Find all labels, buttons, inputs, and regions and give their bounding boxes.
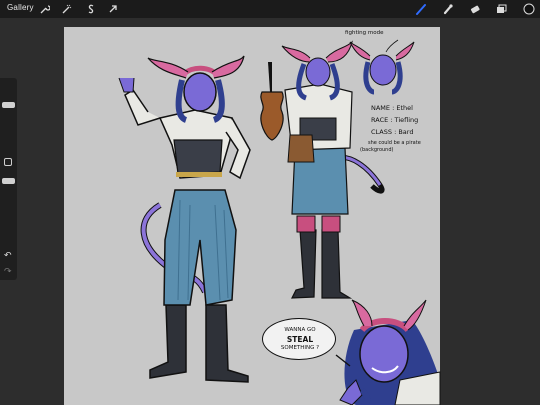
speech-line-2: STEAL	[286, 335, 314, 344]
character-name: NAME : Ethel	[371, 104, 413, 112]
speech-line-3: SOMETHING ?	[280, 345, 320, 351]
pirate-note-line2: (background)	[360, 147, 394, 153]
fighting-mode-label: fighting mode	[345, 30, 384, 36]
pirate-note-line1: she could be a pirate	[368, 140, 421, 146]
speech-line-1: WANNA GO	[284, 327, 316, 333]
character-class: CLASS : Bard	[371, 128, 414, 136]
character-race: RACE : Tiefling	[371, 116, 419, 124]
speech-bubble: WANNA GO STEAL SOMETHING ?	[262, 318, 336, 360]
